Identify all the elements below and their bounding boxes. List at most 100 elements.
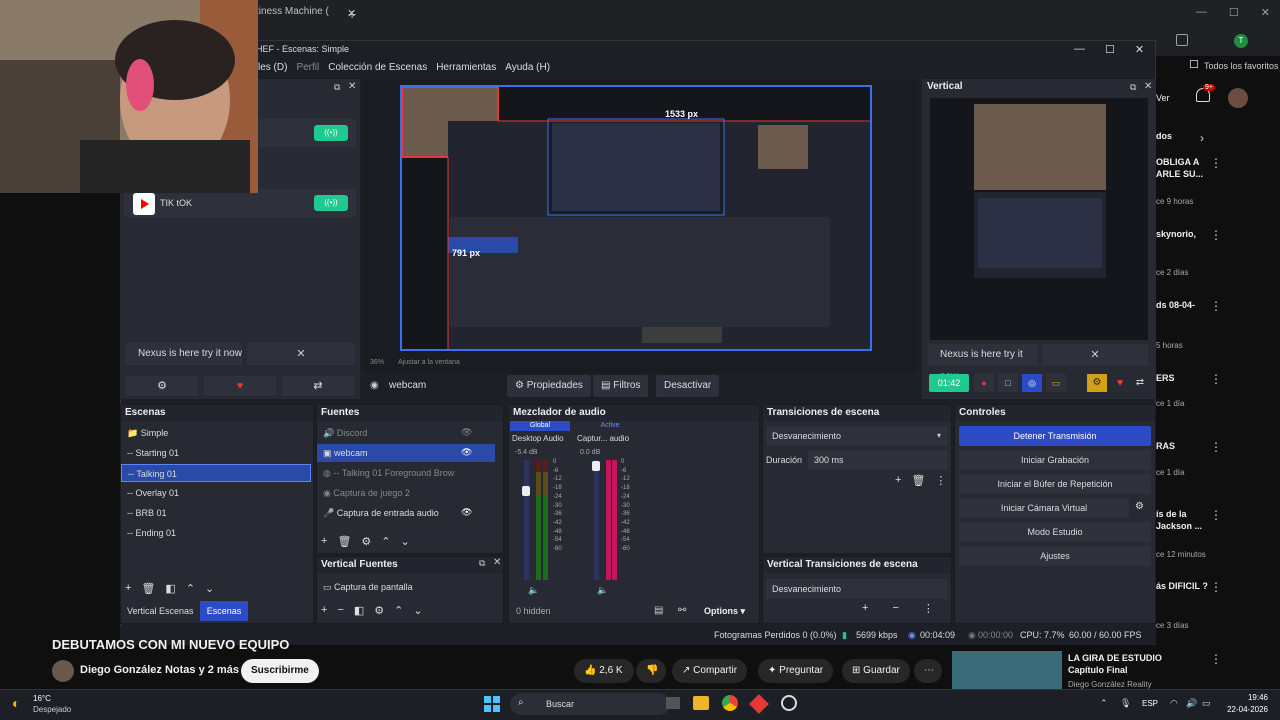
- up-icon[interactable]: ⌃: [186, 582, 195, 595]
- close-icon[interactable]: ✕: [1261, 6, 1270, 19]
- extensions-icon[interactable]: [1176, 34, 1188, 46]
- like-button[interactable]: 👍 2,6 K: [574, 659, 634, 683]
- source-item[interactable]: ◍ -- Talking 01 Foreground Brow: [317, 464, 495, 482]
- ask-button[interactable]: ✦ Preguntar: [758, 659, 834, 683]
- more-icon[interactable]: ⋮: [1210, 156, 1222, 170]
- remove-icon[interactable]: −: [337, 604, 343, 617]
- battery-icon[interactable]: ▭: [1202, 698, 1211, 709]
- vertical-transition-select[interactable]: Desvanecimiento: [766, 579, 948, 599]
- undock-icon[interactable]: ⧉: [334, 82, 340, 93]
- more-icon[interactable]: ⋮: [1210, 652, 1222, 666]
- channel-name[interactable]: Captur... audio: [577, 434, 629, 443]
- next-video-title[interactable]: LA GIRA DE ESTUDIO Capítulo Final: [1068, 652, 1188, 676]
- more-icon[interactable]: ⋮: [1210, 440, 1222, 454]
- next-video-thumbnail[interactable]: [952, 651, 1062, 689]
- task-view-icon[interactable]: [666, 697, 680, 709]
- scene-item[interactable]: -- Starting 01: [121, 444, 311, 462]
- share-icon[interactable]: ⇄: [282, 376, 354, 396]
- vertical-preview[interactable]: [930, 98, 1148, 340]
- rec-title[interactable]: ds 08-04-: [1156, 299, 1216, 311]
- source-item[interactable]: ◉ Captura de juego 2: [317, 484, 495, 502]
- more-icon[interactable]: ⋮: [923, 602, 934, 615]
- more-icon[interactable]: ⋮: [1210, 299, 1222, 313]
- scene-item[interactable]: -- BRB 01: [121, 504, 311, 522]
- live-toggle[interactable]: ((•)): [314, 125, 348, 141]
- tab-scenes[interactable]: Escenas: [200, 601, 248, 621]
- share-button[interactable]: ↗ Compartir: [672, 659, 748, 683]
- chevron-right-icon[interactable]: ›: [1200, 131, 1204, 145]
- speaker-icon[interactable]: 🔈: [597, 585, 608, 596]
- share-icon[interactable]: ⇄: [1131, 374, 1149, 392]
- channel-name[interactable]: Diego González Notas y 2 más: [80, 664, 239, 676]
- visibility-icon[interactable]: 👁: [461, 447, 472, 458]
- scene-item[interactable]: 📁 Simple: [121, 424, 311, 442]
- close-dock-icon[interactable]: ✕: [493, 557, 501, 568]
- trash-icon[interactable]: 🗑: [337, 535, 351, 548]
- add-icon[interactable]: +: [862, 602, 868, 615]
- duration-input[interactable]: 300 ms: [808, 450, 948, 470]
- profile-avatar[interactable]: T: [1234, 34, 1248, 48]
- chrome-icon[interactable]: [722, 695, 738, 711]
- add-icon[interactable]: +: [125, 582, 131, 595]
- more-icon[interactable]: ⋯: [914, 659, 942, 683]
- menu-item[interactable]: Colección de Escenas: [328, 62, 427, 73]
- subscribe-button[interactable]: Suscribirme: [241, 659, 319, 683]
- nexus-banner[interactable]: Nexus is here try it now: [126, 343, 242, 365]
- vertical-live-timer[interactable]: 01:42: [929, 374, 969, 392]
- windows-start-icon[interactable]: [484, 696, 500, 712]
- volume-slider[interactable]: [594, 460, 599, 580]
- maximize-icon[interactable]: ☐: [1229, 6, 1239, 19]
- scene-item[interactable]: -- Overlay 01: [121, 484, 311, 502]
- new-tab-icon[interactable]: +: [348, 6, 356, 22]
- undock-icon[interactable]: ⧉: [1130, 82, 1136, 93]
- nexus-close-button[interactable]: ✕: [247, 343, 355, 365]
- mixer-tab-active[interactable]: Active: [574, 421, 646, 431]
- layout-icon[interactable]: ▤: [654, 605, 663, 616]
- settings-button[interactable]: Ajustes: [959, 546, 1151, 566]
- volume-slider[interactable]: [524, 460, 529, 580]
- mixer-tab-global[interactable]: Global: [510, 421, 570, 431]
- filter-icon[interactable]: ◧: [354, 604, 364, 617]
- rec-title[interactable]: ás DIFICIL ?: [1156, 580, 1216, 592]
- replay-icon[interactable]: ◎: [1022, 374, 1042, 392]
- menu-item[interactable]: Ayuda (H): [505, 62, 550, 73]
- menu-item[interactable]: les (D): [258, 62, 287, 73]
- up-icon[interactable]: ⌃: [394, 604, 403, 617]
- link-icon[interactable]: ⚯: [678, 605, 686, 616]
- weather-icon[interactable]: ◐: [12, 695, 20, 711]
- rec-title[interactable]: OBLIGA A ARLE SU...: [1156, 156, 1216, 180]
- record-icon[interactable]: ●: [974, 374, 994, 392]
- rec-title[interactable]: RAS: [1156, 440, 1216, 452]
- down-icon[interactable]: ⌄: [401, 535, 410, 548]
- more-icon[interactable]: ⋮: [935, 474, 946, 487]
- dislike-icon[interactable]: 👎: [636, 659, 666, 683]
- chevron-up-icon[interactable]: ⌃: [1100, 698, 1108, 709]
- language-indicator[interactable]: ESP: [1142, 699, 1158, 708]
- stop-icon[interactable]: □: [998, 374, 1018, 392]
- close-icon[interactable]: ✕: [1135, 43, 1144, 56]
- gear-icon[interactable]: ⚙: [1135, 501, 1144, 512]
- file-explorer-icon[interactable]: [693, 696, 709, 710]
- virtual-camera-button[interactable]: Iniciar Cámara Virtual: [959, 498, 1129, 518]
- speaker-icon[interactable]: 🔈: [528, 585, 539, 596]
- scene-item-selected[interactable]: -- Talking 01: [121, 464, 311, 482]
- browser-tab[interactable]: tiness Machine (: [256, 6, 344, 22]
- trash-icon[interactable]: 🗑: [911, 474, 925, 487]
- visibility-icon[interactable]: 👁: [461, 507, 472, 518]
- filter-icon[interactable]: ◧: [165, 582, 175, 595]
- add-icon[interactable]: +: [321, 535, 327, 548]
- program-preview[interactable]: [400, 85, 872, 351]
- stop-streaming-button[interactable]: Detener Transmisión: [959, 426, 1151, 446]
- weather-desc[interactable]: Despejado: [33, 705, 71, 714]
- create-button[interactable]: Ver: [1156, 93, 1170, 103]
- minimize-icon[interactable]: —: [1196, 6, 1207, 19]
- clock-time[interactable]: 19:46: [1222, 693, 1268, 702]
- more-icon[interactable]: ⋮: [1210, 228, 1222, 242]
- menu-item[interactable]: Perfil: [296, 62, 319, 73]
- nexus-banner[interactable]: Nexus is here try it now: [928, 344, 1038, 382]
- trash-icon[interactable]: 🗑: [141, 582, 155, 595]
- more-icon[interactable]: ⋮: [1210, 580, 1222, 594]
- gear-icon[interactable]: ⚙: [361, 535, 371, 548]
- channel-avatar[interactable]: [52, 660, 74, 682]
- start-recording-button[interactable]: Iniciar Grabación: [959, 450, 1151, 470]
